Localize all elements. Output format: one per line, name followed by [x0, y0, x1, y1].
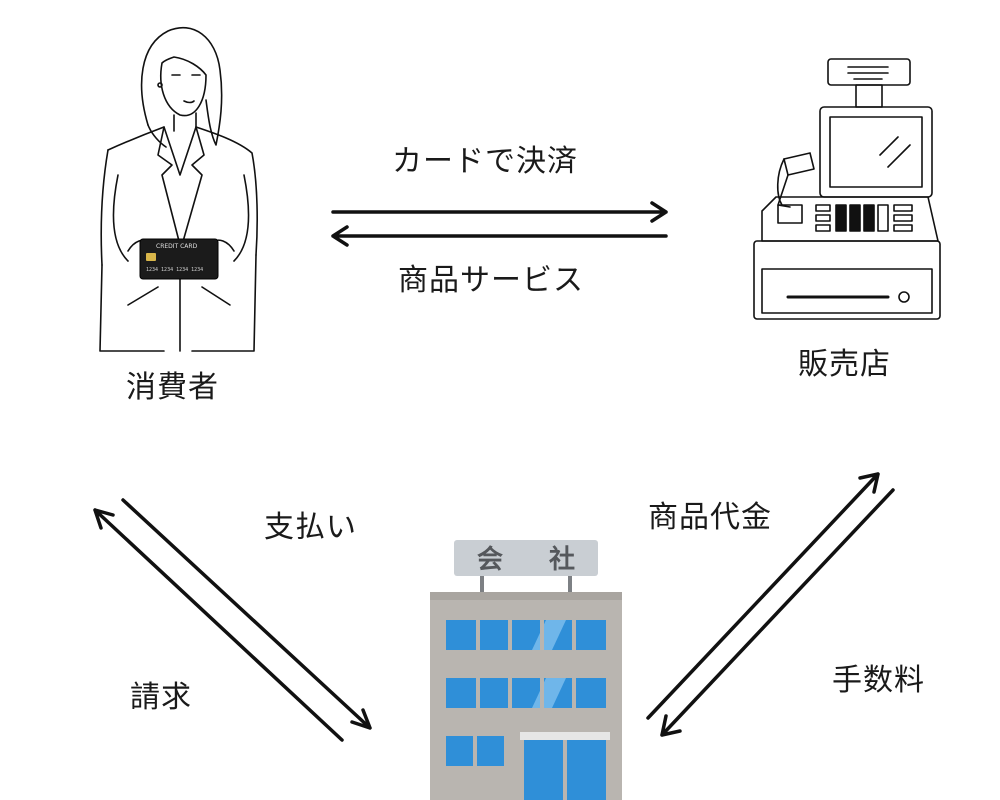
- company-illustration: 会 社: [428, 540, 624, 800]
- arrow-merchant-to-consumer: [331, 225, 668, 247]
- office-building-icon: 会 社: [430, 540, 622, 800]
- flow-label-payment: 支払い: [264, 510, 357, 545]
- flow-label-billing: 請求: [130, 680, 192, 715]
- flow-label-product-payment: 商品代金: [648, 500, 772, 535]
- flow-label-fee: 手数料: [832, 663, 925, 698]
- sign-char-1: 会: [477, 545, 503, 575]
- sign-char-2: 社: [549, 544, 575, 575]
- arrow-consumer-to-merchant: [331, 201, 668, 223]
